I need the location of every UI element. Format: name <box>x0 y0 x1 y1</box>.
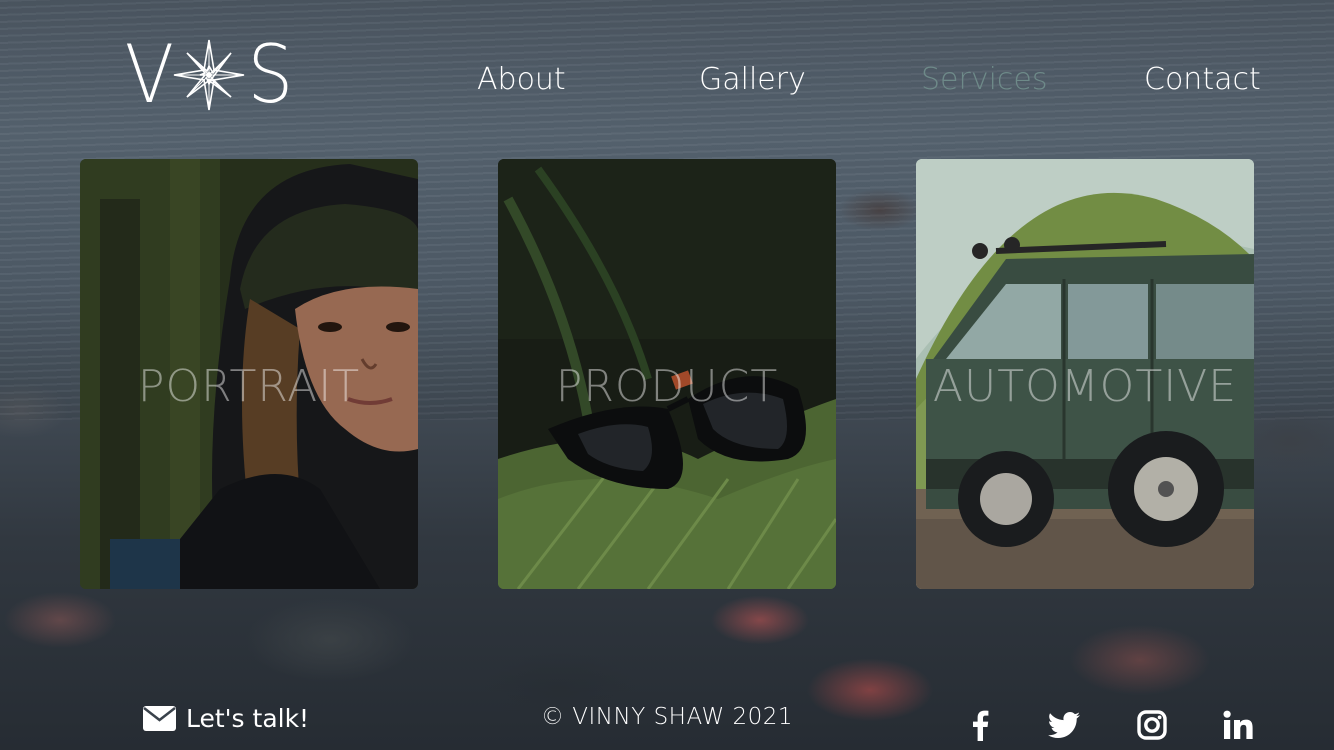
service-card-automotive[interactable]: AUTOMOTIVE <box>916 159 1254 589</box>
linkedin-link[interactable] <box>1221 708 1255 742</box>
footer: Let's talk! © VINNY SHAW 2021 <box>0 690 1334 750</box>
twitter-icon <box>1048 712 1080 738</box>
linkedin-icon <box>1223 710 1253 739</box>
service-card-product[interactable]: PRODUCT <box>498 159 836 589</box>
card-label-automotive: AUTOMOTIVE <box>932 361 1238 412</box>
nav-services[interactable]: Services <box>921 56 1048 104</box>
card-label-portrait: PORTRAIT <box>137 361 361 412</box>
card-label-product: PRODUCT <box>555 361 779 412</box>
instagram-icon <box>1137 710 1167 740</box>
copyright-text: © VINNY SHAW 2021 <box>540 704 794 730</box>
service-card-portrait[interactable]: PORTRAIT <box>80 159 418 589</box>
facebook-link[interactable] <box>963 708 997 742</box>
main-nav: About Gallery Services Contact <box>0 56 1334 104</box>
nav-about[interactable]: About <box>477 56 566 104</box>
services-page: V S About Gallery Services Contact PORTR… <box>0 0 1334 750</box>
twitter-link[interactable] <box>1047 708 1081 742</box>
services-cards: PORTRAIT PRODUCT AUTOMOTIVE <box>80 159 1254 589</box>
facebook-icon <box>973 710 989 741</box>
instagram-link[interactable] <box>1135 708 1169 742</box>
nav-contact[interactable]: Contact <box>1144 56 1261 104</box>
nav-gallery[interactable]: Gallery <box>699 56 806 104</box>
